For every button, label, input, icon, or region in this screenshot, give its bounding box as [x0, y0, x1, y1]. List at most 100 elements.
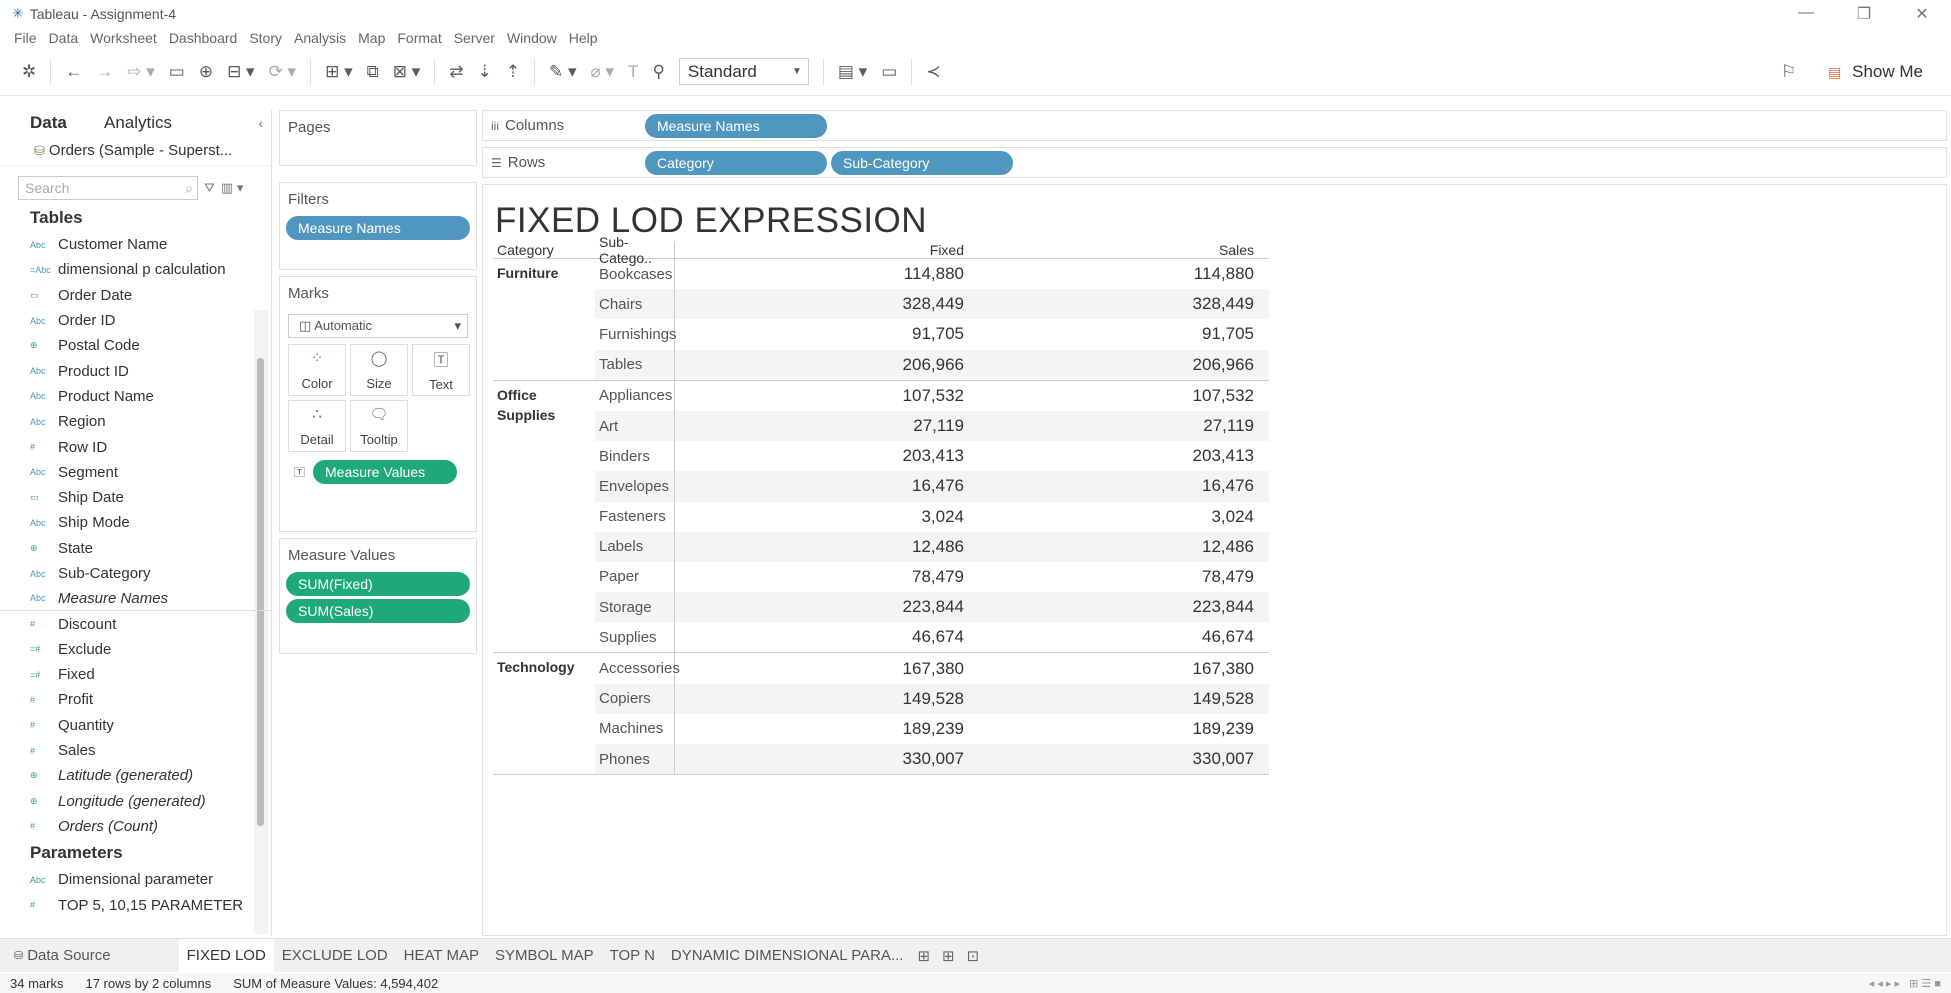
detail-button[interactable]: ∴ Detail	[288, 400, 346, 452]
field-item[interactable]: Abc Segment	[0, 460, 271, 485]
field-item[interactable]: Abc Ship Mode	[0, 510, 271, 535]
close-icon[interactable]: ✕	[1893, 4, 1951, 24]
menu-server[interactable]: Server	[454, 30, 495, 46]
table-row[interactable]: Appliances 107,532 107,532	[595, 380, 1269, 411]
filter-pill-measure-names[interactable]: Measure Names	[286, 216, 470, 240]
mv-pill-sum-fixed[interactable]: SUM(Fixed)	[286, 572, 470, 596]
undo-icon[interactable]: ←	[65, 62, 82, 82]
filters-card[interactable]: Filters Measure Names	[279, 182, 477, 270]
redo-icon[interactable]: →	[96, 62, 113, 82]
new-datasource-icon[interactable]: ⊕	[199, 62, 213, 82]
new-story-icon[interactable]: ⊡	[961, 947, 986, 965]
field-item[interactable]: # TOP 5, 10,15 PARAMETER	[0, 892, 271, 917]
rows-shelf[interactable]: ☰ Rows Category Sub-Category	[482, 147, 1947, 178]
pause-updates-icon[interactable]: ⊟ ▾	[227, 62, 255, 82]
field-item[interactable]: ⊕ State	[0, 536, 271, 561]
table-row[interactable]: Envelopes 16,476 16,476	[595, 471, 1269, 502]
view-options-icon[interactable]: ▥ ▾	[221, 180, 243, 196]
sheet-tab[interactable]: HEAT MAP	[396, 939, 487, 973]
field-item[interactable]: =# Fixed	[0, 662, 271, 687]
header-sales[interactable]: Sales	[968, 242, 1258, 258]
show-cards-icon[interactable]: ▤ ▾	[838, 62, 867, 82]
menu-file[interactable]: File	[14, 30, 37, 46]
field-item[interactable]: Abc Sub-Category	[0, 561, 271, 586]
size-button[interactable]: ◯ Size	[350, 344, 408, 396]
header-fixed[interactable]: Fixed	[675, 242, 968, 258]
rows-pill-category[interactable]: Category	[645, 150, 827, 175]
columns-shelf[interactable]: iii Columns Measure Names	[482, 110, 1947, 141]
field-item[interactable]: # Discount	[0, 611, 271, 636]
columns-pill-measure-names[interactable]: Measure Names	[645, 113, 827, 138]
tooltip-pin-icon[interactable]: ⚐	[1781, 62, 1796, 82]
filter-icon[interactable]: ⛛	[204, 180, 215, 196]
table-row[interactable]: Accessories 167,380 167,380	[595, 653, 1269, 684]
replay-icon[interactable]: ⇨ ▾	[127, 62, 155, 82]
sort-ascending-icon[interactable]: ⇣	[478, 62, 492, 82]
table-row[interactable]: Phones 330,007 330,007	[595, 744, 1269, 775]
field-item[interactable]: =# Exclude	[0, 637, 271, 662]
table-row[interactable]: Furnishings 91,705 91,705	[595, 319, 1269, 350]
tooltip-button[interactable]: 🗨 Tooltip	[350, 400, 408, 452]
minimize-icon[interactable]: —	[1777, 4, 1835, 24]
menu-help[interactable]: Help	[569, 30, 598, 46]
menu-worksheet[interactable]: Worksheet	[90, 30, 157, 46]
highlight-icon[interactable]: ✎ ▾	[549, 62, 577, 82]
table-row[interactable]: Tables 206,966 206,966	[595, 349, 1269, 380]
share-icon[interactable]: ≺	[926, 62, 940, 82]
field-item[interactable]: Abc Order ID	[0, 308, 271, 333]
table-row[interactable]: Copiers 149,528 149,528	[595, 683, 1269, 714]
table-row[interactable]: Supplies 46,674 46,674	[595, 622, 1269, 653]
table-row[interactable]: Fasteners 3,024 3,024	[595, 501, 1269, 532]
category-cell[interactable]: Office Supplies	[493, 381, 595, 653]
table-row[interactable]: Labels 12,486 12,486	[595, 531, 1269, 562]
sheet-tab[interactable]: SYMBOL MAP	[487, 939, 602, 973]
field-item[interactable]: Abc Product ID	[0, 358, 271, 383]
tableau-home-icon[interactable]: ✲	[22, 62, 36, 82]
new-dashboard-icon[interactable]: ⊞	[936, 947, 961, 965]
field-item[interactable]: # Profit	[0, 687, 271, 712]
field-item[interactable]: Abc Customer Name	[0, 232, 271, 257]
field-item[interactable]: # Row ID	[0, 434, 271, 459]
tab-analytics[interactable]: Analytics	[104, 113, 172, 133]
field-item[interactable]: =Abc dimensional p calculation	[0, 257, 271, 282]
sheet-tab[interactable]: DYNAMIC DIMENSIONAL PARA...	[663, 939, 912, 973]
category-cell[interactable]: Furniture	[493, 259, 595, 380]
mv-pill-sum-sales[interactable]: SUM(Sales)	[286, 599, 470, 623]
restore-icon[interactable]: ❐	[1835, 4, 1893, 24]
field-item[interactable]: # Orders (Count)	[0, 814, 271, 839]
field-item[interactable]: ⊕ Latitude (generated)	[0, 763, 271, 788]
sheet-tab[interactable]: TOP N	[602, 939, 663, 973]
table-row[interactable]: Binders 203,413 203,413	[595, 441, 1269, 472]
sheet-navigation-icon[interactable]: ◂ ◂ ▸ ▸ ⊞ ☰ ■	[1869, 977, 1941, 990]
table-row[interactable]: Bookcases 114,880 114,880	[595, 259, 1269, 290]
presentation-mode-icon[interactable]: ▭	[881, 62, 897, 82]
save-icon[interactable]: ▭	[169, 62, 185, 82]
menu-format[interactable]: Format	[397, 30, 441, 46]
menu-story[interactable]: Story	[249, 30, 282, 46]
category-cell[interactable]: Technology	[493, 653, 595, 774]
duplicate-sheet-icon[interactable]: ⧉	[367, 62, 379, 82]
tab-data[interactable]: Data	[0, 113, 104, 133]
clear-sheet-icon[interactable]: ⊠ ▾	[393, 62, 421, 82]
menu-window[interactable]: Window	[507, 30, 557, 46]
menu-dashboard[interactable]: Dashboard	[169, 30, 238, 46]
show-labels-icon[interactable]: T	[628, 62, 638, 82]
fix-axes-icon[interactable]: ⚲	[652, 62, 664, 82]
table-row[interactable]: Chairs 328,449 328,449	[595, 289, 1269, 320]
fit-dropdown[interactable]: Standard ▼	[678, 58, 809, 85]
new-worksheet-icon[interactable]: ⊞ ▾	[325, 62, 353, 82]
field-item[interactable]: Abc Measure Names	[0, 586, 271, 612]
header-category[interactable]: Category	[493, 242, 595, 258]
field-item[interactable]: Abc Region	[0, 409, 271, 434]
field-item[interactable]: # Quantity	[0, 713, 271, 738]
collapse-pane-icon[interactable]: ‹	[258, 115, 263, 131]
sheet-tab[interactable]: FIXED LOD	[178, 938, 274, 973]
refresh-icon[interactable]: ⟳ ▾	[269, 62, 297, 82]
menu-analysis[interactable]: Analysis	[294, 30, 346, 46]
table-row[interactable]: Storage 223,844 223,844	[595, 592, 1269, 623]
color-button[interactable]: ⁘ Color	[288, 344, 346, 396]
field-item[interactable]: Abc Product Name	[0, 384, 271, 409]
marks-pill-measure-values[interactable]: Measure Values	[313, 460, 457, 484]
header-subcategory[interactable]: Sub-Catego..	[595, 234, 675, 266]
table-row[interactable]: Art 27,119 27,119	[595, 410, 1269, 442]
